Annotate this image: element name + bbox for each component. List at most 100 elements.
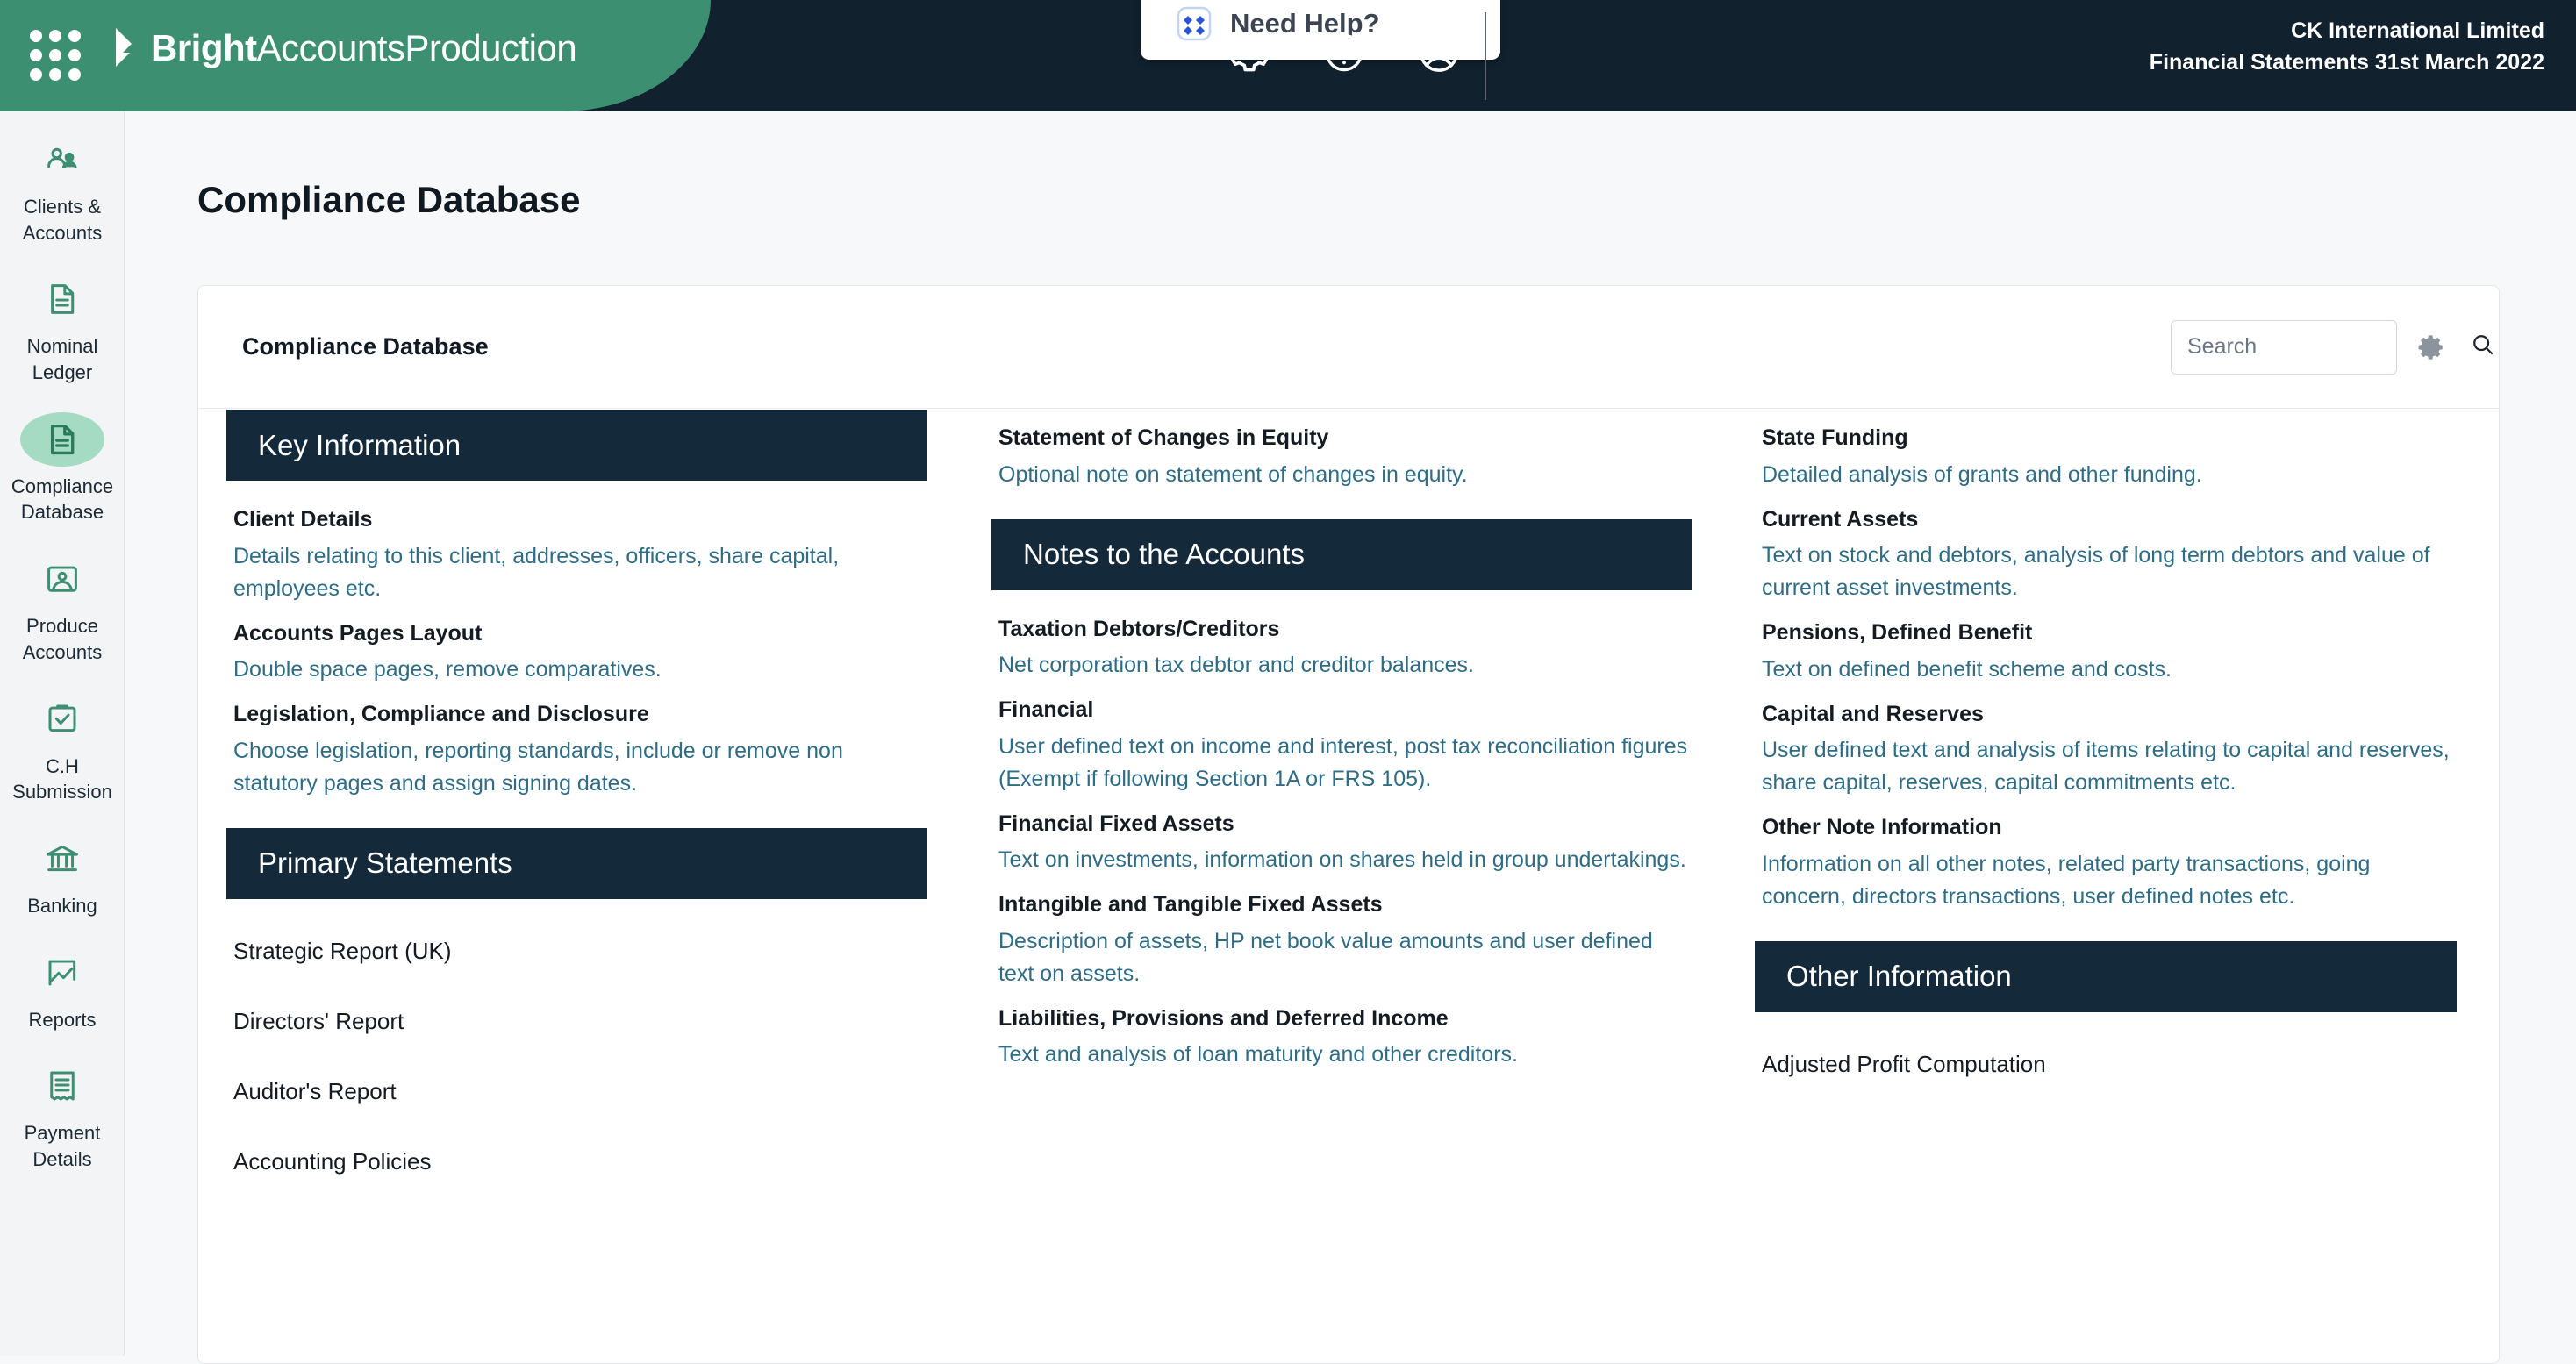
chart-icon [20, 946, 104, 1000]
clipboard-check-icon [20, 692, 104, 746]
header-icon-group [1227, 30, 1462, 75]
clients-icon [20, 132, 104, 187]
entry-heading[interactable]: Strategic Report (UK) [233, 922, 927, 980]
compliance-entry[interactable]: Intangible and Tangible Fixed Assets Desc… [991, 876, 1692, 990]
bank-icon [20, 832, 104, 886]
compliance-entry[interactable]: Statement of Changes in Equity Optional n… [991, 410, 1692, 491]
brand-bold: Bright [151, 27, 257, 68]
compliance-entry[interactable]: Financial Fixed Assets Text on investment… [991, 796, 1692, 877]
entry-heading[interactable]: Auditor's Report [233, 1062, 927, 1120]
card-toolbar [2171, 319, 2494, 375]
content-column-3: State Funding Detailed analysis of grants… [1728, 410, 2494, 1363]
page-content: Compliance Database Compliance Database [125, 111, 2576, 1364]
compliance-database-card: Compliance Database Search Key Informati… [197, 285, 2500, 1364]
entry-description: Text on investments, information on shar… [998, 847, 1686, 872]
entry-heading[interactable]: State Funding [1762, 422, 2457, 455]
help-icon[interactable] [1321, 30, 1367, 75]
entry-description: Net corporation tax debtor and creditor … [998, 653, 1474, 677]
sidebar-item-label: Clients & Accounts [22, 196, 103, 244]
columns-container: Key Information Client Details Details rel… [198, 410, 2499, 1363]
entry-description: Text on stock and debtors, analysis of l… [1762, 543, 2430, 600]
sidebar-item-label: Produce Accounts [22, 615, 103, 663]
compliance-entry[interactable]: State Funding Detailed analysis of grants… [1755, 410, 2457, 491]
compliance-entry[interactable]: Other Note Information Information on all… [1755, 799, 2457, 913]
settings-icon[interactable] [1227, 30, 1272, 75]
brand-logo[interactable]: BrightAccountsProduction [112, 26, 577, 70]
section-header: Primary Statements [226, 827, 927, 899]
sidebar-item-clients-accounts[interactable]: Clients & Accounts [0, 111, 124, 251]
search-box[interactable] [2171, 319, 2494, 375]
compliance-entry[interactable]: Directors' Report [226, 980, 927, 1050]
gear-icon[interactable] [2416, 332, 2446, 362]
entry-heading[interactable]: Accounts Pages Layout [233, 618, 927, 651]
entry-description: Choose legislation, reporting standards,… [233, 738, 843, 796]
entry-heading[interactable]: Directors' Report [233, 992, 927, 1050]
sidebar-item-label: Banking [27, 894, 97, 917]
compliance-entry[interactable]: Strategic Report (UK) [226, 910, 927, 980]
entry-description: Text and analysis of loan maturity and o… [998, 1042, 1518, 1067]
entry-heading[interactable]: Accounting Policies [233, 1132, 927, 1190]
compliance-entry[interactable]: Pensions, Defined Benefit Text on defined… [1755, 604, 2457, 686]
entry-heading[interactable]: Financial Fixed Assets [998, 808, 1692, 841]
entry-heading[interactable]: Pensions, Defined Benefit [1762, 617, 2457, 650]
sidebar-item-label: Reports [28, 1008, 97, 1031]
entry-heading[interactable]: Intangible and Tangible Fixed Assets [998, 889, 1692, 922]
entry-description: Optional note on statement of changes in… [998, 461, 1468, 487]
compliance-entry[interactable]: Accounts Pages Layout Double space pages,… [226, 605, 927, 687]
entry-heading[interactable]: Capital and Reserves [1762, 698, 2457, 732]
sidebar-nav: Clients & Accounts Nominal Ledger Complian… [0, 111, 125, 1356]
card-header: Compliance Database [198, 286, 2499, 409]
entry-heading[interactable]: Other Note Information [1762, 811, 2457, 845]
entry-description: Details relating to this client, address… [233, 543, 840, 601]
entry-heading[interactable]: Client Details [233, 503, 927, 537]
sidebar-item-banking[interactable]: Banking [0, 811, 124, 925]
receipt-icon [20, 1059, 104, 1113]
entry-heading[interactable]: Financial [998, 694, 1692, 727]
sidebar-item-label: C.H Submission [12, 754, 112, 803]
card-title: Compliance Database [242, 333, 489, 360]
compliance-entry[interactable]: Accounting Policies [226, 1120, 927, 1190]
entry-heading[interactable]: Legislation, Compliance and Disclosure [233, 698, 927, 732]
entry-heading[interactable]: Adjusted Profit Computation [1762, 1035, 2457, 1093]
section-title: Notes to the Accounts [1023, 538, 1306, 570]
sidebar-item-produce-accounts[interactable]: Produce Accounts [0, 531, 124, 670]
entry-description: Detailed analysis of grants and other fu… [1762, 461, 2202, 487]
compliance-entry[interactable]: Financial User defined text on income and… [991, 682, 1692, 796]
sidebar-item-label: Payment Details [24, 1122, 101, 1170]
section-title: Primary Statements [258, 846, 512, 879]
entry-description: Information on all other notes, related … [1762, 851, 2371, 909]
compliance-entry[interactable]: Capital and Reserves User defined text an… [1755, 686, 2457, 800]
produce-accounts-icon [20, 552, 104, 606]
section-header: Key Information [226, 410, 927, 481]
entry-heading[interactable]: Liabilities, Provisions and Deferred Inc… [998, 1003, 1692, 1036]
compliance-entry[interactable]: Auditor's Report [226, 1050, 927, 1120]
account-icon[interactable] [1416, 30, 1462, 75]
entry-description: Text on defined benefit scheme and costs… [1762, 656, 2172, 682]
compliance-entry[interactable]: Current Assets Text on stock and debtors,… [1755, 491, 2457, 605]
entry-description: User defined text and analysis of items … [1762, 738, 2450, 795]
compliance-entry[interactable]: Liabilities, Provisions and Deferred Inc… [991, 990, 1692, 1072]
sidebar-item-c-h-submission[interactable]: C.H Submission [0, 671, 124, 811]
bright-mark-icon [112, 26, 142, 70]
entry-heading[interactable]: Statement of Changes in Equity [998, 422, 1692, 455]
header-divider [1485, 12, 1486, 100]
section-header: Other Information [1755, 940, 2457, 1012]
entry-heading[interactable]: Current Assets [1762, 503, 2457, 537]
sidebar-item-nominal-ledger[interactable]: Nominal Ledger [0, 251, 124, 390]
top-bar: BrightAccountsProduction Need Help? CK I… [0, 0, 2576, 111]
section-title: Key Information [258, 428, 462, 461]
compliance-entry[interactable]: Legislation, Compliance and Disclosure Ch… [226, 686, 927, 800]
section-title: Other Information [1786, 960, 2012, 992]
compliance-entry[interactable]: Adjusted Profit Computation [1755, 1023, 2457, 1093]
sidebar-item-label: Nominal Ledger [26, 335, 98, 384]
sidebar-item-compliance-database[interactable]: Compliance Database [0, 391, 124, 531]
sidebar-item-reports[interactable]: Reports [0, 925, 124, 1039]
entry-heading[interactable]: Taxation Debtors/Creditors [998, 613, 1692, 646]
compliance-entry[interactable]: Taxation Debtors/Creditors Net corporatio… [991, 601, 1692, 682]
app-launcher-icon[interactable] [30, 30, 81, 81]
sidebar-item-payment-details[interactable]: Payment Details [0, 1038, 124, 1177]
page-title: Compliance Database [197, 179, 581, 220]
entry-description: Description of assets, HP net book value… [998, 928, 1653, 986]
compliance-entry[interactable]: Client Details Details relating to this c… [226, 491, 927, 605]
search-icon[interactable] [2470, 332, 2496, 362]
